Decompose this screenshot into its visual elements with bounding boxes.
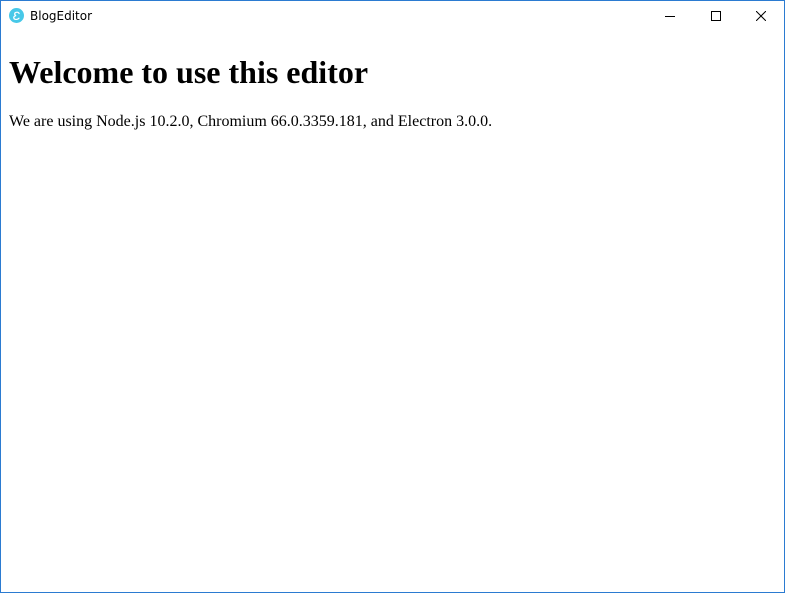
maximize-icon — [711, 11, 721, 21]
page-content: Welcome to use this editor We are using … — [1, 31, 784, 592]
version-paragraph: We are using Node.js 10.2.0, Chromium 66… — [9, 113, 493, 130]
minimize-icon — [665, 16, 675, 17]
electron-app-icon — [9, 8, 24, 23]
page-heading: Welcome to use this editor — [9, 54, 369, 90]
minimize-button[interactable] — [647, 1, 693, 31]
close-button[interactable] — [738, 1, 784, 31]
maximize-button[interactable] — [693, 1, 739, 31]
app-window: BlogEditor Welcome to use this editor We… — [0, 0, 785, 593]
window-title: BlogEditor — [30, 9, 93, 23]
close-icon — [756, 11, 766, 21]
title-bar[interactable]: BlogEditor — [1, 1, 784, 31]
